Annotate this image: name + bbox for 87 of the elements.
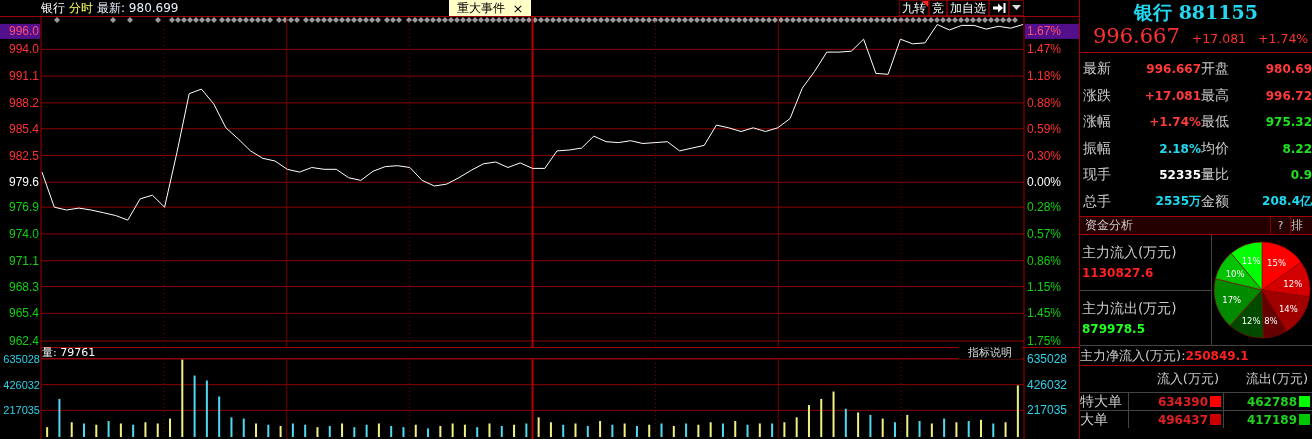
percent-axis-label: 0.30%: [1027, 148, 1062, 163]
stat-label: 量比: [1201, 166, 1230, 185]
chart-mode: 分时: [69, 0, 93, 17]
price-axis-label: 976.9: [8, 200, 39, 215]
price-axis-label: 991.1: [8, 69, 39, 84]
percent-axis-label: 0.28%: [1027, 200, 1062, 215]
percent-axis-label: 1.15%: [1027, 279, 1062, 294]
percent-axis-label: 0.00%: [1027, 175, 1062, 190]
stat-label: 均价: [1201, 139, 1230, 158]
stat-value: 996.72: [1264, 88, 1312, 103]
price-axis-label: 962.4: [8, 334, 39, 347]
price-change: +17.081: [1191, 31, 1247, 46]
latest-price: 最新: 980.699: [97, 0, 179, 17]
outflow-label: 主力流出(万元): [1082, 299, 1178, 318]
volume-axis-label: 635028: [3, 353, 40, 365]
outflow-value: 879978.5: [1082, 321, 1146, 336]
inflow-amount: 496437: [1157, 412, 1208, 427]
pie-label: 8%: [1264, 316, 1278, 327]
volume-axis-label: 426032: [3, 378, 40, 391]
percent-axis-label: 0.86%: [1027, 253, 1062, 268]
volume-axis-label: 635028: [1027, 352, 1068, 366]
volume-axis-label: 217035: [3, 404, 40, 417]
inflow-label: 主力流入(万元): [1082, 244, 1178, 263]
stat-value: +17.081: [1143, 88, 1201, 103]
stat-value: 980.69: [1264, 62, 1312, 77]
pie-label: 11%: [1241, 256, 1261, 267]
pie-label: 12%: [1283, 278, 1303, 289]
stat-label: 开盘: [1201, 60, 1230, 79]
stat-value: 975.32: [1264, 115, 1312, 130]
index-title: 银行 881155: [1132, 0, 1259, 24]
inflow-value: 1130827.6: [1082, 266, 1155, 281]
stat-value: 0.9: [1289, 168, 1312, 183]
percent-axis-label: 0.88%: [1027, 95, 1062, 110]
price-axis-label: 994.0: [8, 42, 39, 57]
column-header: 流入(万元): [1155, 370, 1220, 388]
percent-axis-label: 1.75%: [1027, 334, 1062, 347]
stat-label: 涨跌: [1083, 86, 1112, 105]
stat-value: +1.74%: [1148, 115, 1201, 130]
pie-label: 10%: [1225, 269, 1245, 280]
percent-axis-label: 1.18%: [1027, 69, 1062, 84]
price-marker-label: 996.0: [0, 23, 40, 39]
stat-value: 2535万: [1154, 193, 1201, 211]
stat-label: 最高: [1201, 86, 1230, 105]
percent-axis-label: 0.59%: [1027, 121, 1062, 136]
column-header: 流出(万元): [1244, 370, 1309, 388]
outflow-amount: 417189: [1246, 412, 1297, 427]
price-axis-label: 965.4: [8, 306, 39, 321]
net-inflow-label: 主力净流入(万元):: [1080, 346, 1186, 365]
stat-value: 208.4亿: [1261, 193, 1312, 211]
net-inflow-value: 250849.1: [1185, 348, 1249, 363]
row-label: 特大单: [1080, 392, 1128, 410]
index-name: 银行: [41, 0, 65, 17]
stat-value: 996.667: [1145, 62, 1201, 77]
price-axis-label: 971.1: [8, 253, 39, 268]
price-axis-label: 974.0: [8, 226, 39, 241]
pie-label: 15%: [1267, 257, 1286, 268]
stat-label: 金额: [1201, 192, 1230, 211]
pie-label: 12%: [1241, 315, 1261, 326]
fund-title: 资金分析: [1084, 217, 1134, 234]
stat-label: 涨幅: [1083, 113, 1112, 132]
stat-value: 52335: [1158, 168, 1201, 183]
stat-value: 2.18%: [1158, 141, 1201, 156]
pie-label: 17%: [1222, 295, 1242, 306]
stat-label: 现手: [1083, 166, 1112, 185]
volume-axis-label: 217035: [1027, 403, 1068, 418]
current-price: 996.667: [1093, 24, 1180, 48]
percent-marker-label: 1.67%: [1025, 23, 1079, 39]
outflow-amount: 462788: [1246, 394, 1297, 409]
price-axis-label: 968.3: [8, 279, 39, 294]
price-axis-label: 988.2: [8, 95, 39, 110]
price-axis-label: 985.4: [8, 121, 39, 136]
percent-axis-label: 1.47%: [1027, 42, 1062, 57]
volume-label: 量: 79761: [42, 347, 96, 359]
row-label: 大单: [1080, 410, 1128, 428]
price-axis-label: 982.5: [8, 148, 39, 163]
price-axis-label: 979.6: [8, 175, 39, 190]
stat-value: 8.22: [1281, 141, 1312, 156]
percent-axis-label: 1.45%: [1027, 306, 1062, 321]
volume-axis-label: 426032: [1027, 377, 1068, 392]
pie-label: 14%: [1278, 303, 1298, 314]
stat-label: 总手: [1083, 192, 1112, 211]
stat-label: 振幅: [1083, 139, 1112, 158]
percent-axis-label: 0.57%: [1027, 226, 1062, 241]
stat-label: 最低: [1201, 113, 1230, 132]
price-change-percent: +1.74%: [1258, 31, 1309, 46]
stat-label: 最新: [1083, 60, 1112, 79]
inflow-amount: 634390: [1157, 394, 1208, 409]
